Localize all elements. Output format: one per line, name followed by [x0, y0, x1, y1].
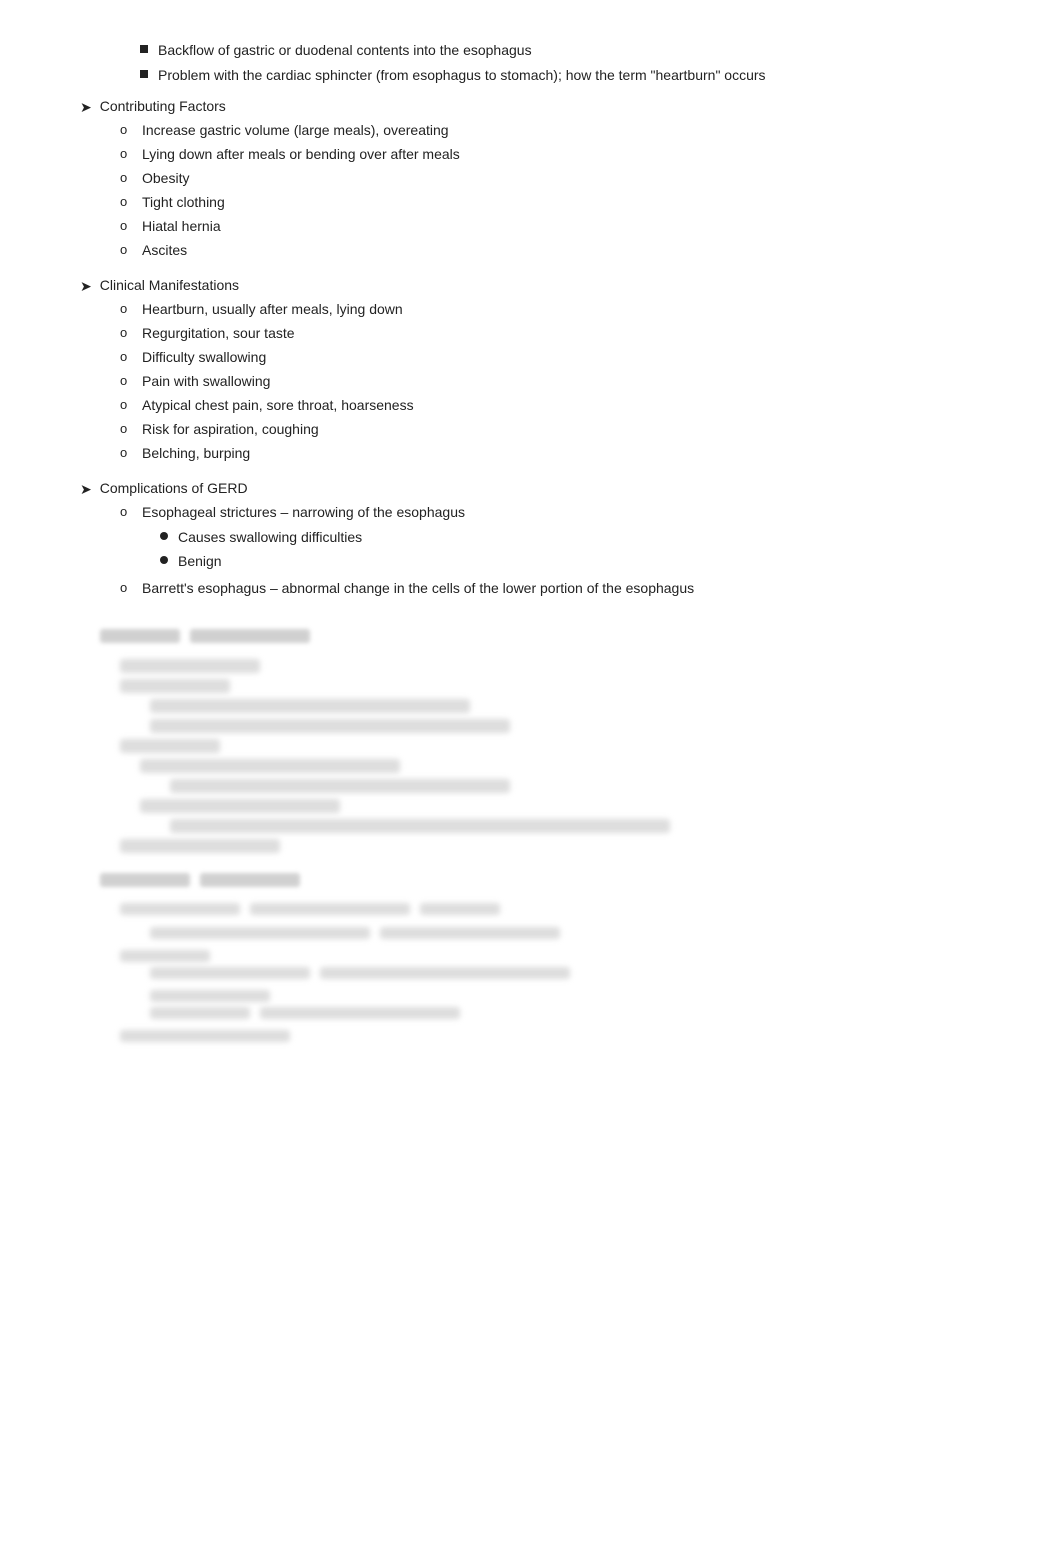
intro-bullet-list: Backflow of gastric or duodenal contents… — [140, 40, 980, 86]
blurred-area-2 — [100, 873, 980, 1042]
clinical-manifestations-section: ➤ Clinical Manifestations o Heartburn, u… — [80, 277, 980, 464]
blurred-area-1 — [100, 629, 980, 853]
bullet-filled-icon — [160, 532, 168, 540]
circle-icon: o — [120, 419, 134, 439]
list-item-text: Hiatal hernia — [142, 216, 221, 237]
circle-icon: o — [120, 192, 134, 212]
list-item-text: Belching, burping — [142, 443, 250, 464]
list-item: o Lying down after meals or bending over… — [120, 144, 980, 165]
esophageal-sub-list: Causes swallowing difficulties Benign — [160, 527, 362, 575]
blurred-block — [120, 659, 980, 853]
list-item-text: Regurgitation, sour taste — [142, 323, 295, 344]
contributing-factors-section: ➤ Contributing Factors o Increase gastri… — [80, 98, 980, 261]
circle-icon: o — [120, 395, 134, 415]
list-item: Backflow of gastric or duodenal contents… — [140, 40, 980, 61]
circle-icon: o — [120, 323, 134, 343]
circle-icon: o — [120, 240, 134, 260]
list-item: o Hiatal hernia — [120, 216, 980, 237]
list-item: o Tight clothing — [120, 192, 980, 213]
section-header: ➤ Complications of GERD — [80, 480, 980, 498]
circle-icon: o — [120, 371, 134, 391]
section-header: ➤ Clinical Manifestations — [80, 277, 980, 295]
list-item: o Belching, burping — [120, 443, 980, 464]
list-item-text: Pain with swallowing — [142, 371, 270, 392]
circle-icon: o — [120, 120, 134, 140]
list-item-text: Problem with the cardiac sphincter (from… — [158, 65, 766, 86]
list-item: o Difficulty swallowing — [120, 347, 980, 368]
circle-icon: o — [120, 144, 134, 164]
list-item: o Heartburn, usually after meals, lying … — [120, 299, 980, 320]
circle-icon: o — [120, 168, 134, 188]
section-title: Complications of GERD — [100, 480, 248, 496]
circle-icon: o — [120, 578, 134, 598]
list-item-text: Lying down after meals or bending over a… — [142, 144, 460, 165]
list-item-text: Risk for aspiration, coughing — [142, 419, 319, 440]
arrow-icon: ➤ — [80, 278, 92, 295]
list-item: Benign — [160, 551, 362, 572]
bullet-icon — [140, 70, 148, 78]
list-item-text: Difficulty swallowing — [142, 347, 266, 368]
list-item: o Esophageal strictures – narrowing of t… — [120, 502, 980, 575]
list-item-text: Causes swallowing difficulties — [178, 527, 362, 548]
list-item-text: Heartburn, usually after meals, lying do… — [142, 299, 403, 320]
complications-section: ➤ Complications of GERD o Esophageal str… — [80, 480, 980, 599]
list-item-text: Ascites — [142, 240, 187, 261]
bullet-icon — [140, 45, 148, 53]
circle-icon: o — [120, 347, 134, 367]
arrow-icon: ➤ — [80, 481, 92, 498]
bullet-filled-icon — [160, 556, 168, 564]
list-item: o Atypical chest pain, sore throat, hoar… — [120, 395, 980, 416]
list-item-text: Obesity — [142, 168, 189, 189]
list-item: Problem with the cardiac sphincter (from… — [140, 65, 980, 86]
list-item: o Regurgitation, sour taste — [120, 323, 980, 344]
circle-icon: o — [120, 216, 134, 236]
circle-icon: o — [120, 299, 134, 319]
clinical-manifestations-list: o Heartburn, usually after meals, lying … — [120, 299, 980, 464]
list-item-text: Increase gastric volume (large meals), o… — [142, 120, 449, 141]
list-item: o Barrett's esophagus – abnormal change … — [120, 578, 980, 599]
arrow-icon: ➤ — [80, 99, 92, 116]
list-item-text: Esophageal strictures – narrowing of the… — [142, 502, 465, 523]
list-item: o Risk for aspiration, coughing — [120, 419, 980, 440]
list-item: o Obesity — [120, 168, 980, 189]
section-title: Contributing Factors — [100, 98, 226, 114]
blurred-inner — [150, 699, 980, 733]
list-item: Causes swallowing difficulties — [160, 527, 362, 548]
main-content: Backflow of gastric or duodenal contents… — [80, 40, 980, 1042]
list-item-text: Benign — [178, 551, 222, 572]
list-item-text: Tight clothing — [142, 192, 225, 213]
list-item-text: Atypical chest pain, sore throat, hoarse… — [142, 395, 414, 416]
section-title: Clinical Manifestations — [100, 277, 239, 293]
list-item-text: Backflow of gastric or duodenal contents… — [158, 40, 532, 61]
contributing-factors-list: o Increase gastric volume (large meals),… — [120, 120, 980, 261]
list-item: o Increase gastric volume (large meals),… — [120, 120, 980, 141]
list-item: o Pain with swallowing — [120, 371, 980, 392]
list-item-text: Barrett's esophagus – abnormal change in… — [142, 578, 694, 599]
circle-icon: o — [120, 502, 134, 522]
complications-list: o Esophageal strictures – narrowing of t… — [120, 502, 980, 599]
circle-icon: o — [120, 443, 134, 463]
list-item: o Ascites — [120, 240, 980, 261]
section-header: ➤ Contributing Factors — [80, 98, 980, 116]
blurred-block-2 — [120, 903, 980, 1042]
